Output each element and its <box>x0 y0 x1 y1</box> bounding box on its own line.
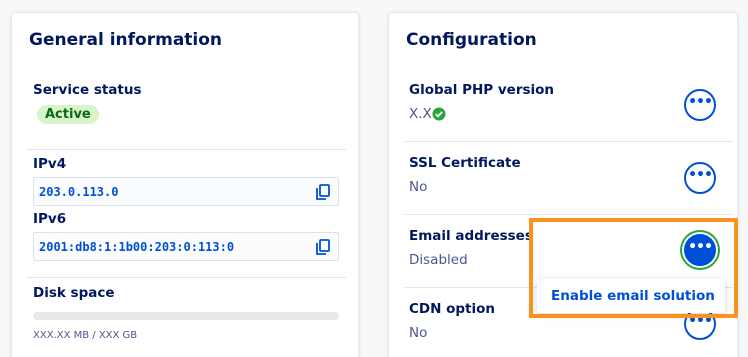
divider <box>26 277 346 278</box>
status-badge: Active <box>37 105 99 124</box>
enable-email-solution-menu-item[interactable]: Enable email solution <box>551 288 715 304</box>
php-version-more-actions-button[interactable]: ••• <box>684 89 716 121</box>
cdn-option-label: CDN option <box>409 301 496 317</box>
cdn-option-value: No <box>409 325 428 341</box>
php-version-value: X.X <box>409 106 432 122</box>
disk-space-label: Disk space <box>33 285 115 301</box>
ipv6-field[interactable]: 2001:db8:1:1b00:203:0:113:0 <box>33 232 339 261</box>
divider <box>405 214 733 215</box>
ipv6-value: 2001:db8:1:1b00:203:0:113:0 <box>39 240 235 254</box>
ssl-certificate-label: SSL Certificate <box>409 155 521 171</box>
copy-icon[interactable] <box>314 238 332 256</box>
email-actions-menu: Enable email solution <box>537 279 725 313</box>
ssl-certificate-value: No <box>409 179 428 195</box>
ipv4-field[interactable]: 203.0.113.0 <box>33 177 339 206</box>
ipv6-label: IPv6 <box>33 211 67 227</box>
php-version-label: Global PHP version <box>409 82 555 98</box>
more-actions-icon: ••• <box>688 238 713 255</box>
email-addresses-more-actions-button[interactable]: ••• <box>684 234 716 266</box>
ipv4-value: 203.0.113.0 <box>39 185 119 199</box>
more-actions-icon: ••• <box>688 312 713 329</box>
service-status-label: Service status <box>33 82 142 98</box>
general-information-title: General information <box>29 30 223 50</box>
disk-space-usage-text: XXX.XX MB / XXX GB <box>33 330 138 341</box>
divider <box>405 141 733 142</box>
disk-space-progress-bar <box>33 312 339 320</box>
ssl-certificate-more-actions-button[interactable]: ••• <box>684 162 716 194</box>
copy-icon[interactable] <box>314 183 332 201</box>
more-actions-icon: ••• <box>688 166 713 183</box>
divider <box>26 149 346 150</box>
configuration-card: Configuration Global PHP version X.X •••… <box>388 12 738 357</box>
general-information-card: General information Service status Activ… <box>11 12 359 357</box>
more-actions-icon: ••• <box>688 93 713 110</box>
email-addresses-label: Email addresses <box>409 228 533 244</box>
ipv4-label: IPv4 <box>33 156 67 172</box>
check-circle-icon <box>432 107 446 121</box>
email-addresses-value: Disabled <box>409 252 468 268</box>
configuration-title: Configuration <box>406 30 537 50</box>
